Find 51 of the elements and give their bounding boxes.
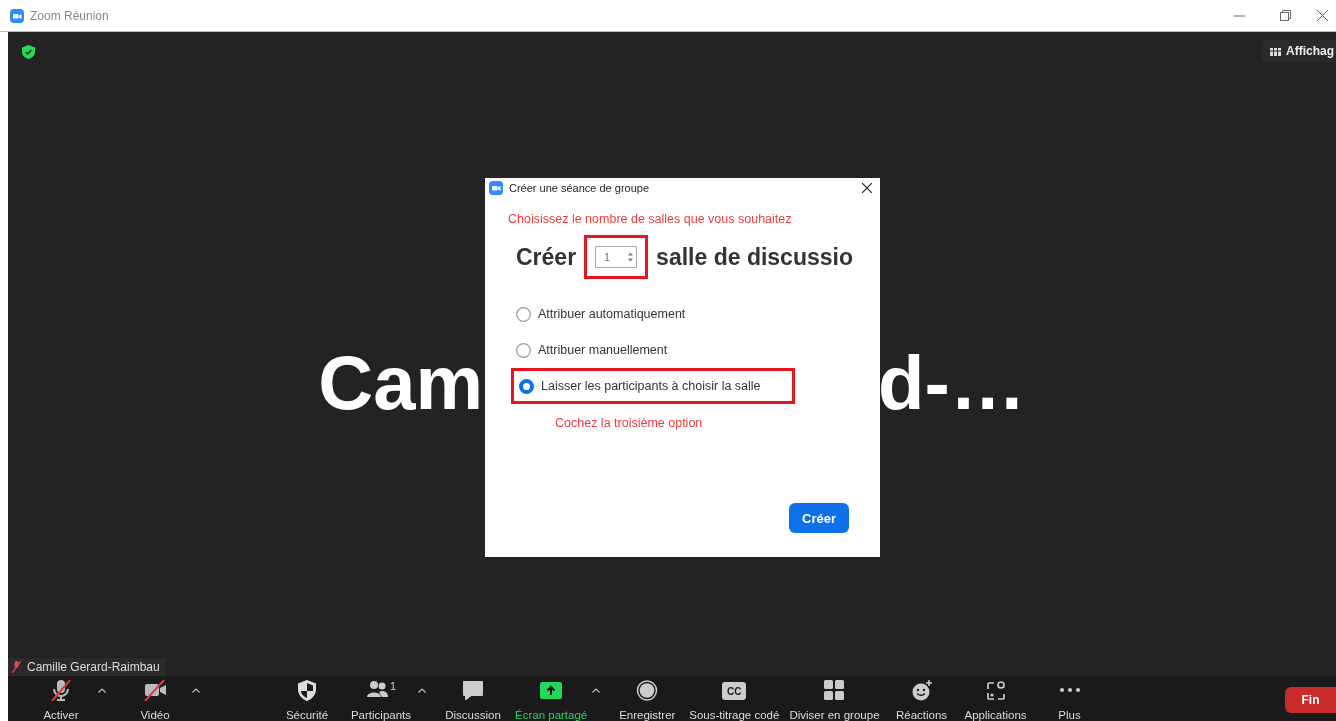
grid-icon: [1270, 46, 1281, 56]
room-count-field[interactable]: 1: [595, 246, 638, 268]
breakout-button[interactable]: Diviser en groupe: [789, 676, 880, 721]
hint-text: Cochez la troisième option: [555, 416, 704, 430]
shield-check-icon: [22, 45, 35, 59]
window-title: Zoom Réunion: [30, 8, 110, 23]
grid-icon: [823, 680, 846, 701]
reactions-button[interactable]: Réactions: [889, 676, 954, 721]
radio-option[interactable]: Laisser les participants à choisir la salle: [519, 378, 761, 394]
chat-button[interactable]: Discussion: [441, 676, 505, 721]
dialog-title: Créer une séance de groupe: [509, 182, 651, 194]
app-logo-icon: [489, 181, 503, 195]
captions-icon: CC: [722, 682, 747, 700]
view-button[interactable]: Affichag: [1262, 40, 1336, 62]
caret-icon[interactable]: [192, 688, 200, 693]
count-label: Créer: [516, 243, 577, 271]
close-icon: [1316, 10, 1328, 21]
end-button[interactable]: Fin: [1285, 687, 1336, 713]
participant-name: Cam: [318, 339, 483, 427]
radio-selected-icon: [519, 378, 534, 394]
participants-button[interactable]: 1 Participants: [349, 676, 413, 721]
record-icon: [636, 680, 659, 701]
count-label: salle de discussio: [656, 243, 853, 271]
apps-button[interactable]: Applications: [963, 676, 1028, 721]
radio-icon: [516, 342, 531, 358]
mic-button[interactable]: Activer: [29, 676, 93, 721]
captions-button[interactable]: CC Sous-titrage codé: [689, 676, 780, 721]
spinner-arrows-icon: [628, 252, 634, 262]
caret-icon[interactable]: [418, 688, 426, 693]
more-button[interactable]: Plus: [1037, 676, 1102, 721]
shield-icon: [296, 680, 318, 701]
more-icon: [1059, 688, 1080, 692]
radio-option[interactable]: Attribuer manuellement: [516, 342, 668, 358]
radio-icon: [516, 306, 531, 322]
name-tag: Camille Gerard-Raimbau: [8, 658, 166, 676]
video-button[interactable]: Vidéo: [123, 676, 187, 721]
caret-icon[interactable]: [592, 688, 601, 693]
instruction-text: Choisissez le nombre de salles que vous souhaitez: [508, 212, 793, 226]
restore-icon: [1279, 10, 1291, 21]
radio-option[interactable]: Attribuer automatiquement: [516, 306, 686, 322]
speech-bubble-icon: [462, 680, 484, 701]
app-logo-icon: [10, 8, 24, 23]
apps-icon: [984, 680, 1007, 701]
create-button[interactable]: Créer: [789, 503, 849, 533]
smiley-icon: [910, 680, 933, 701]
close-icon[interactable]: [862, 183, 872, 193]
record-button[interactable]: Enregistrer: [615, 676, 680, 721]
caret-icon[interactable]: [98, 688, 106, 693]
share-button[interactable]: Écran partagé: [515, 676, 588, 721]
security-button[interactable]: Sécurité: [275, 676, 339, 721]
participant-name: d-…: [878, 339, 1026, 427]
